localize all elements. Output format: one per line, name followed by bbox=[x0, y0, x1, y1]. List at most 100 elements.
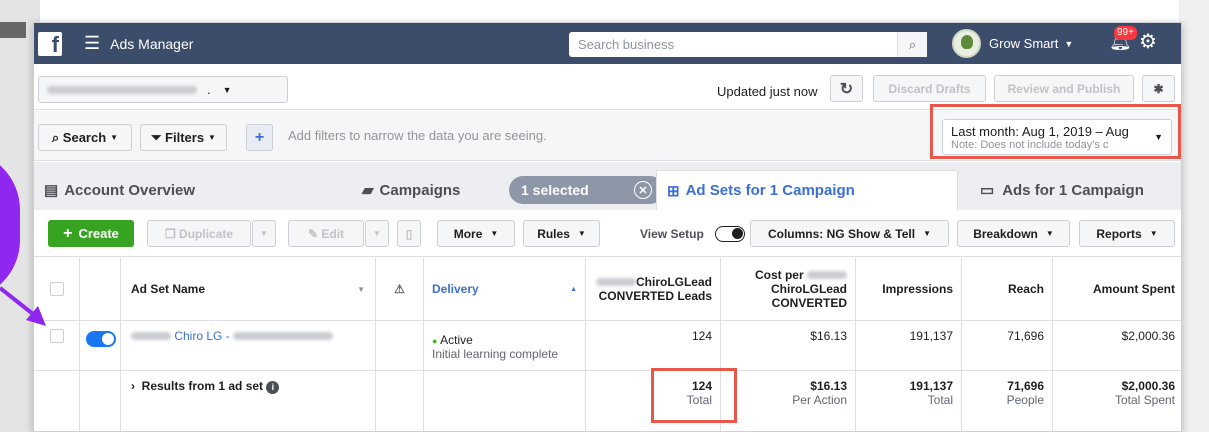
col-impressions[interactable]: Impressions bbox=[856, 258, 962, 321]
delivery-toggle[interactable] bbox=[86, 331, 116, 347]
redacted-text bbox=[131, 332, 171, 340]
select-all-cell bbox=[34, 258, 80, 321]
breakdown-dropdown[interactable]: Breakdown ▼ bbox=[957, 220, 1070, 247]
col-label: Delivery bbox=[432, 282, 479, 296]
app-title: Ads Manager bbox=[110, 35, 194, 52]
tab-bar: ▤ Account Overview ▰ Campaigns 1 selected ✕… bbox=[34, 162, 1181, 210]
gear-icon[interactable]: ⚙ bbox=[1139, 29, 1157, 54]
col-cost-per[interactable]: Cost per ChiroLGLead CONVERTED bbox=[721, 258, 856, 321]
sort-asc-icon: ▲ bbox=[570, 285, 577, 293]
funnel-icon: ⏷ bbox=[151, 129, 166, 145]
col-leads[interactable]: ChiroLGLead CONVERTED Leads bbox=[586, 258, 721, 321]
menu-icon[interactable]: ☰ bbox=[84, 33, 100, 54]
col-ad-set-name[interactable]: Ad Set Name ▼ bbox=[121, 258, 376, 321]
ad-set-name-cell[interactable]: Chiro LG - bbox=[121, 321, 376, 371]
chevron-down-icon: ▼ bbox=[110, 133, 119, 142]
search-business-input[interactable]: Search business ⌕ bbox=[569, 32, 927, 57]
col-label-3: CONVERTED bbox=[771, 296, 847, 310]
delivery-status: Active bbox=[440, 333, 473, 347]
more-dropdown[interactable]: More ▼ bbox=[437, 220, 515, 247]
sort-icon: ▼ bbox=[357, 284, 365, 294]
impressions-cell: 191,137 bbox=[856, 321, 962, 371]
chevron-down-icon: ▼ bbox=[1064, 38, 1074, 49]
refresh-button[interactable]: ↻ bbox=[830, 75, 863, 102]
duplicate-dropdown[interactable]: ▼ bbox=[252, 220, 276, 247]
tab-ads[interactable]: ▭ Ads for 1 Campaign bbox=[970, 170, 1181, 210]
redacted-account bbox=[47, 85, 197, 94]
cost-cell: $16.13 bbox=[721, 321, 856, 371]
toggle-column-header bbox=[80, 258, 121, 321]
account-switcher[interactable]: Grow Smart ▼ bbox=[952, 29, 1073, 58]
search-icon[interactable]: ⌕ bbox=[897, 32, 927, 57]
selected-label: 1 selected bbox=[521, 182, 589, 198]
col-label-2: ChiroLGLead bbox=[770, 282, 847, 296]
duplicate-label: Duplicate bbox=[179, 226, 234, 241]
chevron-down-icon: ▼ bbox=[577, 229, 586, 238]
reach-cell: 71,696 bbox=[962, 321, 1053, 371]
ad-set-name-link[interactable]: Chiro LG - bbox=[174, 329, 229, 343]
redacted-text bbox=[233, 332, 334, 340]
tab-account-overview[interactable]: ▤ Account Overview bbox=[34, 170, 344, 210]
col-delivery[interactable]: Delivery ▲ bbox=[424, 258, 586, 321]
select-all-checkbox[interactable] bbox=[49, 282, 64, 296]
chevron-down-icon: ▼ bbox=[222, 84, 232, 95]
results-summary[interactable]: › Results from 1 ad set i bbox=[121, 371, 376, 431]
tab-label: Ads for 1 Campaign bbox=[1002, 181, 1144, 199]
reports-dropdown[interactable]: Reports ▼ bbox=[1079, 220, 1175, 247]
tab-ad-sets[interactable]: ⊞ Ad Sets for 1 Campaign bbox=[656, 170, 958, 210]
status-dot-icon: ● bbox=[432, 336, 438, 346]
search-label: Search bbox=[62, 130, 107, 145]
facebook-logo[interactable]: f bbox=[38, 31, 62, 56]
row-toggle-cell bbox=[80, 321, 121, 371]
total-impressions-sub: Total bbox=[927, 393, 953, 407]
total-spent: $2,000.36 bbox=[1121, 379, 1175, 393]
settings-button[interactable]: ✱ bbox=[1142, 75, 1175, 102]
edit-dropdown[interactable]: ▼ bbox=[365, 220, 389, 247]
totals-cell bbox=[80, 371, 121, 431]
filters-dropdown[interactable]: ⏷ Filters ▼ bbox=[140, 124, 227, 151]
rules-dropdown[interactable]: Rules ▼ bbox=[523, 220, 600, 247]
col-label: ChiroLGLead bbox=[635, 275, 712, 289]
duplicate-icon: ❐ bbox=[164, 226, 180, 241]
col-reach[interactable]: Reach bbox=[962, 258, 1053, 321]
columns-label: Columns: NG Show & Tell bbox=[767, 226, 916, 241]
view-setup-toggle[interactable] bbox=[715, 226, 745, 242]
selected-pill[interactable]: 1 selected ✕ bbox=[509, 176, 664, 204]
delete-button[interactable]: ▯ bbox=[397, 220, 421, 247]
background-right bbox=[1179, 0, 1209, 444]
create-button[interactable]: + Create bbox=[48, 220, 134, 247]
create-label: Create bbox=[78, 226, 119, 241]
view-setup-label: View Setup bbox=[640, 227, 704, 241]
top-bar: f ☰ Ads Manager Search business ⌕ Grow S… bbox=[34, 23, 1181, 64]
info-icon[interactable]: i bbox=[266, 381, 280, 394]
total-impressions-cell: 191,137 Total bbox=[856, 371, 962, 431]
review-publish-button[interactable]: Review and Publish bbox=[994, 75, 1134, 102]
discard-drafts-button[interactable]: Discard Drafts bbox=[873, 75, 986, 102]
chevron-down-icon: ▼ bbox=[208, 133, 216, 142]
total-reach: 71,696 bbox=[1007, 379, 1044, 393]
col-warnings[interactable]: ⚠ bbox=[376, 258, 424, 321]
leads-cell: 124 bbox=[586, 321, 721, 371]
totals-cell bbox=[34, 371, 80, 431]
total-cost-sub: Per Action bbox=[792, 393, 847, 407]
duplicate-button[interactable]: ❐ Duplicate bbox=[147, 220, 251, 247]
columns-dropdown[interactable]: Columns: NG Show & Tell ▼ bbox=[750, 220, 949, 247]
clear-selection-icon[interactable]: ✕ bbox=[634, 181, 652, 199]
chevron-down-icon: ▼ bbox=[490, 229, 499, 238]
grid-icon: ⊞ bbox=[667, 182, 680, 200]
col-amount-spent[interactable]: Amount Spent bbox=[1053, 258, 1181, 321]
filter-hint: Add filters to narrow the data you are s… bbox=[288, 128, 547, 143]
row-checkbox[interactable] bbox=[49, 329, 64, 343]
more-label: More bbox=[453, 226, 483, 241]
edit-button[interactable]: ✎ Edit bbox=[288, 220, 364, 247]
ad-account-select[interactable]: . ▼ bbox=[38, 76, 288, 103]
chevron-down-icon: ▼ bbox=[923, 229, 932, 238]
search-placeholder: Search business bbox=[578, 37, 675, 52]
tab-label: Campaigns bbox=[379, 181, 461, 199]
tab-label: Ad Sets for 1 Campaign bbox=[685, 182, 855, 199]
search-dropdown[interactable]: ⌕ Search ▼ bbox=[38, 124, 132, 151]
add-filter-button[interactable]: + bbox=[246, 124, 273, 151]
col-label: Reach bbox=[1007, 282, 1044, 296]
total-cost: $16.13 bbox=[810, 379, 847, 393]
updated-status: Updated just now bbox=[717, 84, 818, 99]
